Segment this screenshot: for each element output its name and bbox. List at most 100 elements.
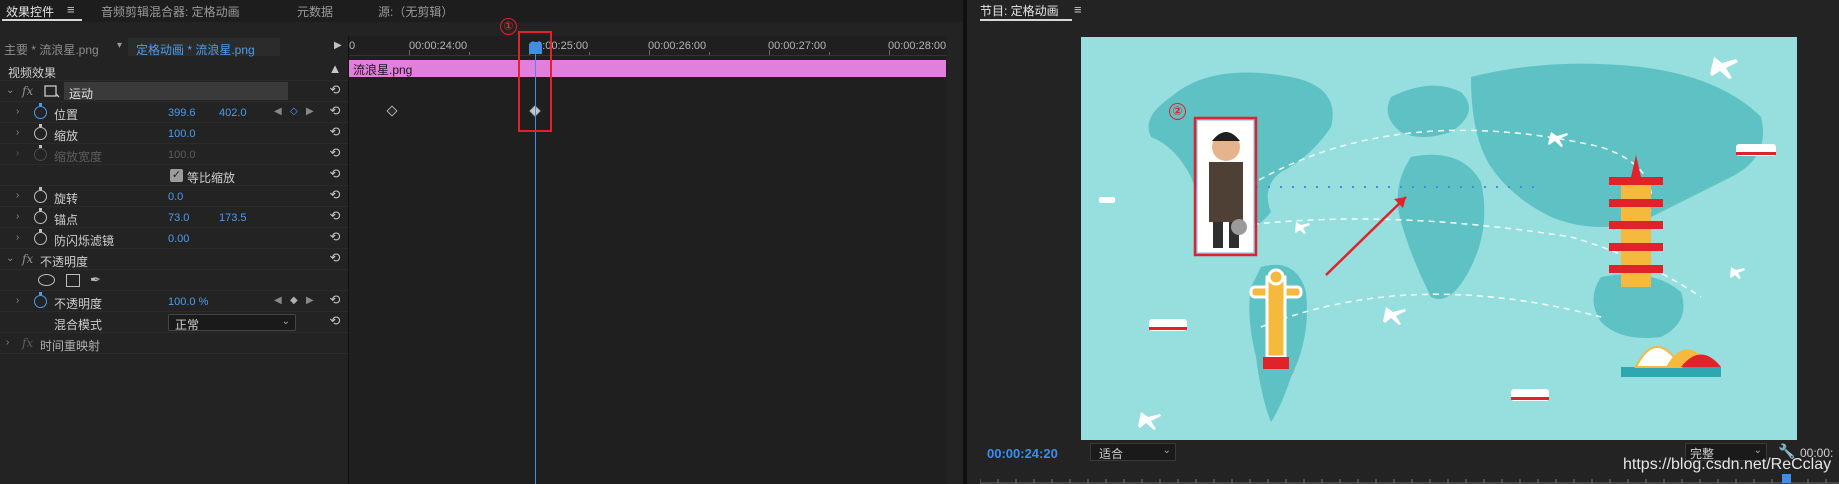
- stopwatch-icon[interactable]: [34, 103, 47, 119]
- chevron-down-icon: ⌄: [281, 316, 290, 327]
- reset-icon[interactable]: ⟲: [328, 293, 342, 307]
- reset-icon[interactable]: ⟲: [328, 167, 342, 181]
- position-label: 位置: [54, 108, 79, 122]
- stopwatch-icon[interactable]: [34, 292, 47, 308]
- ruler-label: 00:00:28:00: [888, 40, 947, 52]
- expand-chevron-icon[interactable]: ›: [16, 106, 19, 117]
- opacity-label: 不透明度: [54, 297, 103, 311]
- effect-controls-panel: 效果控件 ≡ 音频剪辑混合器: 定格动画 元数据 源:（无剪辑） 主要 * 流浪…: [0, 0, 963, 484]
- add-keyframe-icon[interactable]: ◆: [290, 295, 298, 306]
- panel-menu-icon[interactable]: ≡: [1074, 2, 1082, 17]
- prev-keyframe-icon[interactable]: ◀: [274, 106, 282, 117]
- annotation-number-1: ①: [500, 18, 517, 35]
- expand-chevron-icon[interactable]: ›: [16, 295, 19, 306]
- ellipse-mask-icon[interactable]: [38, 274, 55, 286]
- effect-row-time-remap[interactable]: › fx 时间重映射: [0, 333, 348, 354]
- video-effects-title: 视频效果: [8, 66, 57, 80]
- tab-metadata[interactable]: 元数据: [297, 3, 333, 20]
- ruler-tick: [409, 50, 410, 55]
- ruler-label: 00:00:26:00: [648, 40, 707, 52]
- active-tab-indicator: [2, 19, 82, 21]
- next-keyframe-icon[interactable]: ▶: [306, 295, 314, 306]
- time-remap-label: 时间重映射: [40, 339, 101, 353]
- playhead-timecode[interactable]: 00:00:24:20: [987, 446, 1058, 461]
- expand-chevron-icon: ›: [16, 148, 20, 159]
- effect-row-motion[interactable]: ⌄ fx 运动 ⟲: [0, 81, 348, 102]
- fx-icon[interactable]: fx: [22, 84, 33, 98]
- watermark-text: https://blog.csdn.net/ReCclay: [1623, 456, 1832, 473]
- reset-icon[interactable]: ⟲: [328, 146, 342, 160]
- scale-label: 缩放: [54, 129, 79, 143]
- tab-effect-controls[interactable]: 效果控件: [6, 3, 54, 20]
- panel-menu-icon[interactable]: ≡: [67, 2, 75, 17]
- uniform-scale-checkbox[interactable]: ✓: [170, 169, 183, 182]
- prev-keyframe-icon[interactable]: ◀: [274, 295, 282, 306]
- position-x-value[interactable]: 399.6: [168, 107, 196, 119]
- scroll-up-icon[interactable]: ▲: [328, 62, 342, 76]
- master-clip-label[interactable]: 主要 * 流浪星.png: [4, 41, 99, 58]
- stopwatch-icon[interactable]: [34, 208, 47, 224]
- pen-mask-icon[interactable]: ✒: [90, 272, 101, 288]
- world-map-image: [1081, 37, 1797, 440]
- chevron-down-icon[interactable]: ▾: [117, 40, 122, 51]
- expand-chevron-icon[interactable]: ›: [16, 211, 19, 222]
- ruler-label: 00:00:24:00: [409, 40, 468, 52]
- ruler-tick: [769, 50, 770, 55]
- program-monitor-canvas[interactable]: ②: [1081, 37, 1797, 440]
- anchor-y-value[interactable]: 173.5: [219, 212, 247, 224]
- add-keyframe-icon[interactable]: ◇: [290, 106, 298, 117]
- property-row-opacity: › 不透明度 100.0 % ◀ ◆ ▶ ⟲: [0, 291, 348, 312]
- play-only-clip-icon[interactable]: ▶: [334, 40, 342, 51]
- anchor-label: 锚点: [54, 213, 79, 227]
- stopwatch-icon[interactable]: [34, 124, 47, 140]
- expand-chevron-icon[interactable]: ›: [6, 337, 9, 348]
- next-keyframe-icon[interactable]: ▶: [306, 106, 314, 117]
- rotation-value[interactable]: 0.0: [168, 191, 183, 203]
- collapse-chevron-icon[interactable]: ⌄: [6, 85, 14, 96]
- opacity-value[interactable]: 100.0 %: [168, 296, 208, 308]
- timeline-ruler[interactable]: 0 00:00:24:00 00:00:25:00 00:00:26:00 00…: [349, 36, 947, 56]
- stopwatch-icon[interactable]: [34, 187, 47, 203]
- blend-mode-dropdown[interactable]: 正常 ⌄: [168, 314, 296, 332]
- reset-icon[interactable]: ⟲: [328, 314, 342, 328]
- scale-value[interactable]: 100.0: [168, 128, 196, 140]
- reset-icon[interactable]: ⟲: [328, 251, 342, 265]
- collapse-chevron-icon[interactable]: ⌄: [6, 253, 14, 264]
- ruler-tick: [589, 52, 590, 55]
- property-row-scale-width: › 缩放宽度 100.0 ⟲: [0, 144, 348, 165]
- property-row-scale: › 缩放 100.0 ⟲: [0, 123, 348, 144]
- ruler-label: 0: [349, 40, 356, 52]
- annotation-box-1: [518, 31, 552, 132]
- stopwatch-icon[interactable]: [34, 229, 47, 245]
- tab-audio-mixer[interactable]: 音频剪辑混合器: 定格动画: [101, 3, 240, 20]
- keyframe-timeline-area: [349, 36, 947, 484]
- rotation-label: 旋转: [54, 192, 79, 206]
- property-row-position: › 位置 399.6 402.0 ◀ ◇ ▶ ⟲: [0, 102, 348, 123]
- position-y-value[interactable]: 402.0: [219, 107, 247, 119]
- tab-source[interactable]: 源:（无剪辑）: [378, 3, 453, 20]
- fx-icon[interactable]: fx: [22, 252, 33, 266]
- rectangle-mask-icon[interactable]: [66, 274, 80, 287]
- clip-bar[interactable]: 流浪星.png: [349, 60, 946, 77]
- motion-highlight-bar: [64, 82, 288, 100]
- sequence-clip-label[interactable]: 定格动画 * 流浪星.png: [136, 41, 255, 58]
- panel-divider[interactable]: [348, 36, 349, 484]
- reset-icon[interactable]: ⟲: [328, 230, 342, 244]
- reset-icon[interactable]: ⟲: [328, 104, 342, 118]
- anti-flicker-value[interactable]: 0.00: [168, 233, 189, 245]
- anchor-x-value[interactable]: 73.0: [168, 212, 189, 224]
- expand-chevron-icon[interactable]: ›: [16, 232, 19, 243]
- panel-separator[interactable]: [963, 0, 967, 484]
- effect-row-opacity[interactable]: ⌄ fx 不透明度 ⟲: [0, 249, 348, 270]
- clip-selector: 主要 * 流浪星.png ▾ 定格动画 * 流浪星.png ▶: [0, 38, 348, 58]
- zoom-fit-dropdown[interactable]: 适合 ⌄: [1090, 443, 1176, 461]
- reset-icon[interactable]: ⟲: [328, 83, 342, 97]
- expand-chevron-icon[interactable]: ›: [16, 127, 19, 138]
- scale-width-label: 缩放宽度: [54, 150, 103, 164]
- reset-icon[interactable]: ⟲: [328, 209, 342, 223]
- reset-icon[interactable]: ⟲: [328, 188, 342, 202]
- reset-icon[interactable]: ⟲: [328, 125, 342, 139]
- program-monitor-title[interactable]: 节目: 定格动画: [980, 2, 1059, 19]
- expand-chevron-icon[interactable]: ›: [16, 190, 19, 201]
- transform-box-icon[interactable]: [44, 85, 60, 98]
